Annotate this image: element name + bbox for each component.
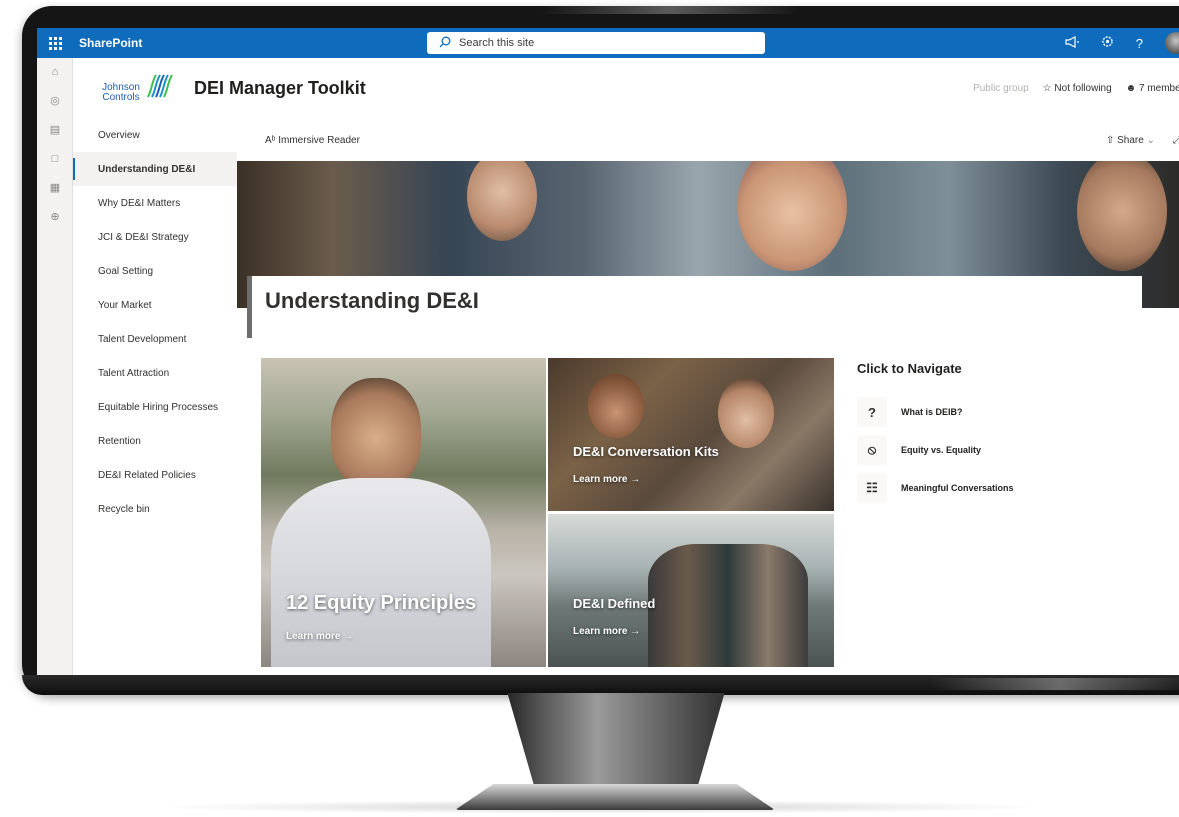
nav-item-dei-policies[interactable]: DE&I Related Policies [73,458,237,492]
tile-equity-principles[interactable]: 12 Equity Principles Learn more → [261,358,546,667]
waffle-icon[interactable] [37,28,73,58]
app-rail: ⌂ ◎ ▤ □ ▦ ⊕ [37,58,73,675]
expand-icon[interactable]: ⤢ [1173,135,1179,146]
share-icon: ⇧ [1105,135,1115,146]
lists-icon[interactable]: ▦ [37,174,73,203]
equity-icon: ⦸ [857,435,887,465]
banner-person-left [467,161,537,241]
tile-image-group [648,544,808,667]
page-title: Understanding DE&I [265,288,479,313]
chin-glare [930,678,1179,690]
follow-button[interactable]: ☆ Not following [1043,83,1112,94]
nav-item-recycle-bin[interactable]: Recycle bin [73,492,237,526]
left-navigation: Overview Understanding DE&I Why DE&I Mat… [73,118,237,675]
share-label: Share [1117,135,1144,146]
nav-item-talent-attraction[interactable]: Talent Attraction [73,356,237,390]
tile-title: 12 Equity Principles [286,592,477,614]
tile-title: DE&I Defined [573,596,656,611]
tile-dei-defined[interactable]: DE&I Defined Learn more → [548,514,834,667]
logo-waves-icon [147,74,173,98]
tile-title: DE&I Conversation Kits [573,444,719,459]
group-type: Public group [973,83,1029,94]
share-button[interactable]: ⇧ Share ⌄ [1106,135,1155,146]
question-icon: ? [857,397,887,427]
company-logo[interactable]: Johnson Controls [98,71,176,105]
nav-link-equity-vs-equality[interactable]: ⦸ Equity vs. Equality [857,431,1177,469]
nav-item-why-dei-matters[interactable]: Why DE&I Matters [73,186,237,220]
nav-link-label: What is DEIB? [901,407,963,417]
command-bar-right: ⇧ Share ⌄ ⤢ [1106,135,1179,146]
megaphone-icon[interactable] [1065,35,1079,51]
nav-item-understanding-dei[interactable]: Understanding DE&I [73,152,237,186]
tile-learn-more-link[interactable]: Learn more → [573,474,640,485]
nav-item-retention[interactable]: Retention [73,424,237,458]
suitebar-actions: ? [1065,28,1179,58]
suite-bar: SharePoint Search this site ? [37,28,1179,58]
site-header-actions: Public group ☆ Not following ☻ 7 members [973,83,1179,94]
tile-learn-more-link[interactable]: Learn more → [573,626,640,637]
banner-person-center [737,161,847,271]
nav-item-jci-dei-strategy[interactable]: JCI & DE&I Strategy [73,220,237,254]
monitor-mockup: SharePoint Search this site ? ⌂ ◎ ▤ □ ▦ … [0,0,1179,817]
members-button[interactable]: ☻ 7 members [1126,83,1179,94]
settings-icon[interactable] [1101,35,1114,51]
tile-image-woman-right [718,378,774,448]
create-icon[interactable]: ⊕ [37,203,73,232]
news-icon[interactable]: ▤ [37,116,73,145]
search-placeholder: Search this site [459,37,535,49]
command-bar: Aᵇ Immersive Reader ⇧ Share ⌄ ⤢ [237,128,1179,156]
nav-item-talent-development[interactable]: Talent Development [73,322,237,356]
nav-item-goal-setting[interactable]: Goal Setting [73,254,237,288]
app-name[interactable]: SharePoint [79,36,142,50]
logo-wordmark: Johnson Controls [98,83,144,103]
site-header: Johnson Controls DEI Manager Toolkit Pub… [73,58,1179,118]
globe-icon[interactable]: ◎ [37,87,73,116]
tile-image-man-at-desk [331,378,421,488]
nav-link-label: Meaningful Conversations [901,483,1014,493]
bezel-glare [540,6,800,14]
follow-label: Not following [1054,83,1112,94]
members-label: 7 members [1138,83,1179,94]
tile-image-woman-left [588,374,644,438]
monitor-screen: SharePoint Search this site ? ⌂ ◎ ▤ □ ▦ … [37,28,1179,675]
nav-link-meaningful-conversations[interactable]: ☷ Meaningful Conversations [857,469,1177,507]
tile-conversation-kits[interactable]: DE&I Conversation Kits Learn more → [548,358,834,511]
immersive-reader-icon: Aᵇ [265,135,276,146]
nav-link-label: Equity vs. Equality [901,445,982,455]
site-title[interactable]: DEI Manager Toolkit [194,78,366,99]
star-icon: ☆ [1042,83,1052,94]
search-icon [439,36,451,51]
search-box[interactable]: Search this site [427,32,765,54]
section-heading: Click to Navigate [857,361,962,376]
avatar[interactable] [1165,32,1179,54]
tile-learn-more-link[interactable]: Learn more → [286,631,353,642]
immersive-reader-button[interactable]: Aᵇ Immersive Reader [265,135,360,146]
nav-item-your-market[interactable]: Your Market [73,288,237,322]
chevron-down-icon: ⌄ [1146,135,1155,146]
home-icon[interactable]: ⌂ [37,58,73,87]
nav-link-what-is-deib[interactable]: ? What is DEIB? [857,393,1177,431]
page-title-card: Understanding DE&I [247,276,1142,338]
click-to-navigate: Click to Navigate ? What is DEIB? ⦸ Equi… [857,361,1177,507]
files-icon[interactable]: □ [37,145,73,174]
immersive-reader-label: Immersive Reader [278,135,360,146]
monitor-stand-base [455,784,775,810]
logo-line-2: Controls [102,92,140,103]
help-icon[interactable]: ? [1136,36,1143,51]
person-icon: ☻ [1125,83,1137,94]
nav-item-overview[interactable]: Overview [73,118,237,152]
conversation-icon: ☷ [857,473,887,503]
nav-item-equitable-hiring[interactable]: Equitable Hiring Processes [73,390,237,424]
banner-person-right [1077,161,1167,271]
